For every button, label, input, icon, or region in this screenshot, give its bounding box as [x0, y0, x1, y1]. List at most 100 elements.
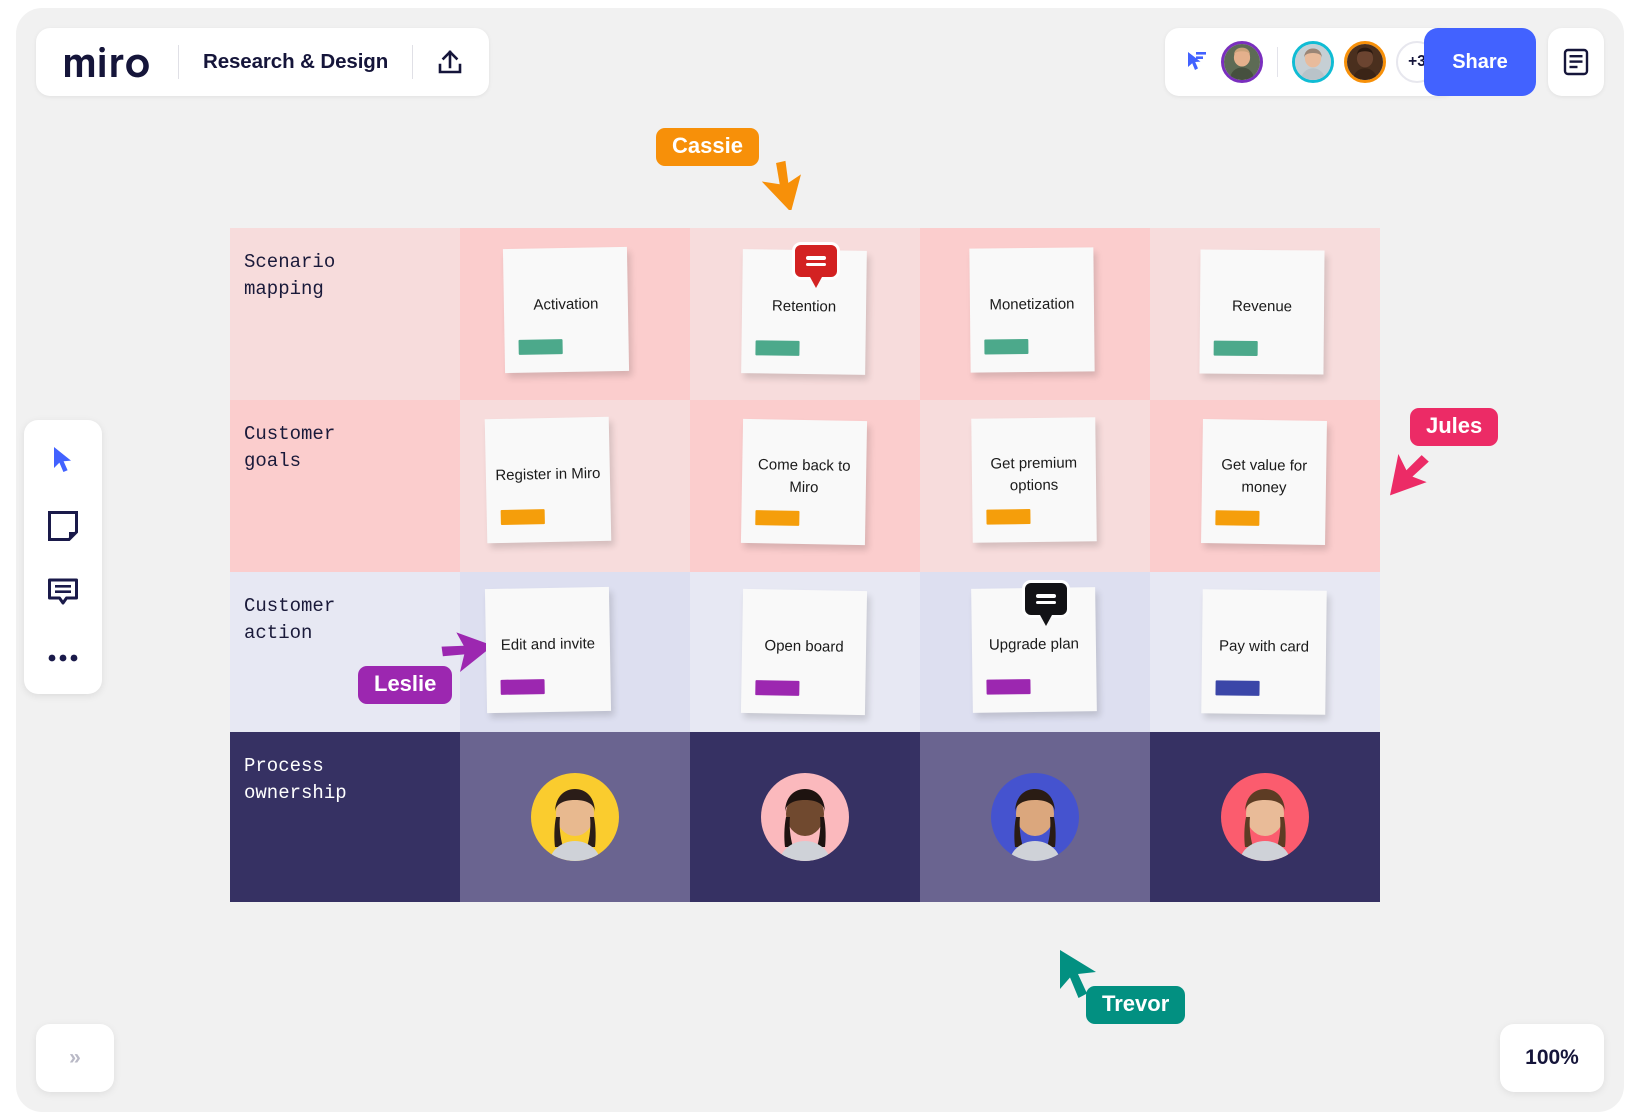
sticky-note-tag [500, 679, 545, 695]
zoom-level-indicator[interactable]: 100% [1500, 1024, 1604, 1092]
row-header-cell[interactable]: Customer action [230, 572, 460, 732]
sticky-note-text: Upgrade plan [988, 635, 1080, 654]
avatar[interactable] [1344, 41, 1386, 83]
upload-icon[interactable] [437, 48, 463, 76]
sticky-note-text: Get value for money [1221, 456, 1308, 497]
notes-panel-button[interactable] [1548, 28, 1604, 96]
row-header-cell[interactable]: Process ownership [230, 732, 460, 902]
cursor-name-label: Trevor [1086, 986, 1186, 1024]
follow-cursor-icon[interactable] [1183, 49, 1209, 75]
sticky-note-text: Retention [771, 297, 837, 316]
sticky-note-tag [755, 680, 800, 696]
grid-cell[interactable]: Get premium options [920, 400, 1150, 572]
sticky-note-text: Open board [764, 637, 844, 656]
avatar-face [1239, 789, 1291, 861]
sticky-note-tag [755, 510, 800, 526]
row-label: Scenario mapping [244, 251, 336, 300]
grid-cell[interactable]: Pay with card [1150, 572, 1380, 732]
cursor-name-label: Leslie [358, 666, 453, 704]
sticky-note[interactable]: Pay with card [1201, 589, 1327, 715]
comment-lines-icon [1036, 591, 1056, 607]
sticky-note-icon [48, 511, 78, 541]
grid-cell[interactable] [1150, 732, 1380, 902]
avatar-face [549, 789, 601, 861]
sticky-note[interactable]: Open board [740, 588, 868, 716]
owner-avatar-1[interactable] [531, 773, 619, 861]
collaborator-separator [1277, 47, 1278, 77]
board-header-bar: Research & Design [36, 28, 490, 96]
sticky-note[interactable]: Monetization [969, 247, 1095, 373]
cursor-name-label: Cassie [656, 128, 759, 166]
comment-tool[interactable] [41, 570, 85, 614]
grid-cell[interactable]: Get value for money [1150, 400, 1380, 572]
grid-cell[interactable] [460, 732, 690, 902]
owner-avatar-4[interactable] [1221, 773, 1309, 861]
left-toolbar [24, 420, 102, 694]
sticky-note-text: Register in Miro [495, 464, 601, 485]
grid-cell[interactable]: Open board [690, 572, 920, 732]
expand-panel-button[interactable]: » [36, 1024, 114, 1092]
sticky-note-tag [500, 509, 545, 525]
sticky-note-text: Come back to Miro [757, 456, 851, 497]
select-tool[interactable] [41, 438, 85, 482]
ellipsis-icon [48, 654, 78, 662]
comment-icon [48, 578, 78, 605]
cursor-pointer-icon [1384, 442, 1430, 501]
sticky-note[interactable]: Revenue [1199, 249, 1325, 375]
miro-logo[interactable] [62, 45, 154, 79]
grid-cell[interactable]: Edit and invite [460, 572, 690, 732]
header-divider-1 [178, 45, 179, 79]
sticky-note-tag [1215, 680, 1260, 696]
more-tools[interactable] [41, 636, 85, 680]
grid-cell[interactable]: Monetization [920, 228, 1150, 400]
grid-cell[interactable]: Upgrade plan [920, 572, 1150, 732]
grid-cell[interactable]: Retention [690, 228, 920, 400]
board-title[interactable]: Research & Design [203, 50, 388, 74]
owner-avatar-3[interactable] [991, 773, 1079, 861]
cursor-name-label: Jules [1410, 408, 1499, 446]
grid-cell[interactable]: Activation [460, 228, 690, 400]
sticky-note[interactable]: Edit and invite [484, 586, 612, 714]
sticky-note-text: Revenue [1231, 297, 1293, 316]
row-label: Process ownership [244, 755, 347, 804]
cursor-pointer-icon [756, 156, 802, 215]
collaborators-group: +3 [1165, 28, 1456, 96]
share-button[interactable]: Share [1424, 28, 1536, 96]
cursor-arrow-icon [761, 160, 801, 213]
sticky-note[interactable]: Register in Miro [484, 416, 612, 544]
row-label: Customer action [244, 595, 336, 644]
header-divider-2 [412, 45, 414, 79]
sticky-note-tag [1213, 340, 1258, 356]
row-label: Customer goals [244, 423, 336, 472]
scenario-map-grid[interactable]: Scenario mapping Activation Retention Monet… [230, 228, 1380, 902]
sticky-note-tag [755, 340, 800, 356]
owner-avatar-2[interactable] [761, 773, 849, 861]
grid-cell[interactable] [920, 732, 1150, 902]
row-header-cell[interactable]: Scenario mapping [230, 228, 460, 400]
grid-cell[interactable] [690, 732, 920, 902]
comment-badge[interactable] [1022, 580, 1070, 626]
sticky-note-text: Edit and invite [500, 635, 596, 654]
grid-cell[interactable]: Register in Miro [460, 400, 690, 572]
avatar[interactable] [1292, 41, 1334, 83]
sticky-note[interactable]: Get premium options [971, 417, 1097, 543]
cursor-arrow-icon [1390, 454, 1429, 496]
sticky-note[interactable]: Come back to Miro [740, 418, 868, 546]
sticky-note-tag [1215, 510, 1260, 526]
board-canvas[interactable]: Research & Design +3 Share Scenario mapp… [16, 8, 1624, 1112]
sticky-note-tag [986, 679, 1031, 695]
comment-badge[interactable] [792, 242, 840, 288]
avatar[interactable] [1221, 41, 1263, 83]
sticky-note-tag [984, 339, 1029, 355]
sticky-note[interactable]: Activation [502, 246, 630, 374]
sticky-note-tool[interactable] [41, 504, 85, 548]
sticky-note-text: Get premium options [990, 454, 1078, 495]
sticky-note-text: Activation [533, 295, 599, 314]
grid-cell[interactable]: Revenue [1150, 228, 1380, 400]
avatar-face [779, 789, 831, 861]
grid-cell[interactable]: Come back to Miro [690, 400, 920, 572]
row-header-cell[interactable]: Customer goals [230, 400, 460, 572]
sticky-note[interactable]: Get value for money [1201, 419, 1327, 545]
miro-board-screen: Research & Design +3 Share Scenario mapp… [0, 0, 1640, 1120]
sticky-note-text: Monetization [989, 295, 1075, 314]
